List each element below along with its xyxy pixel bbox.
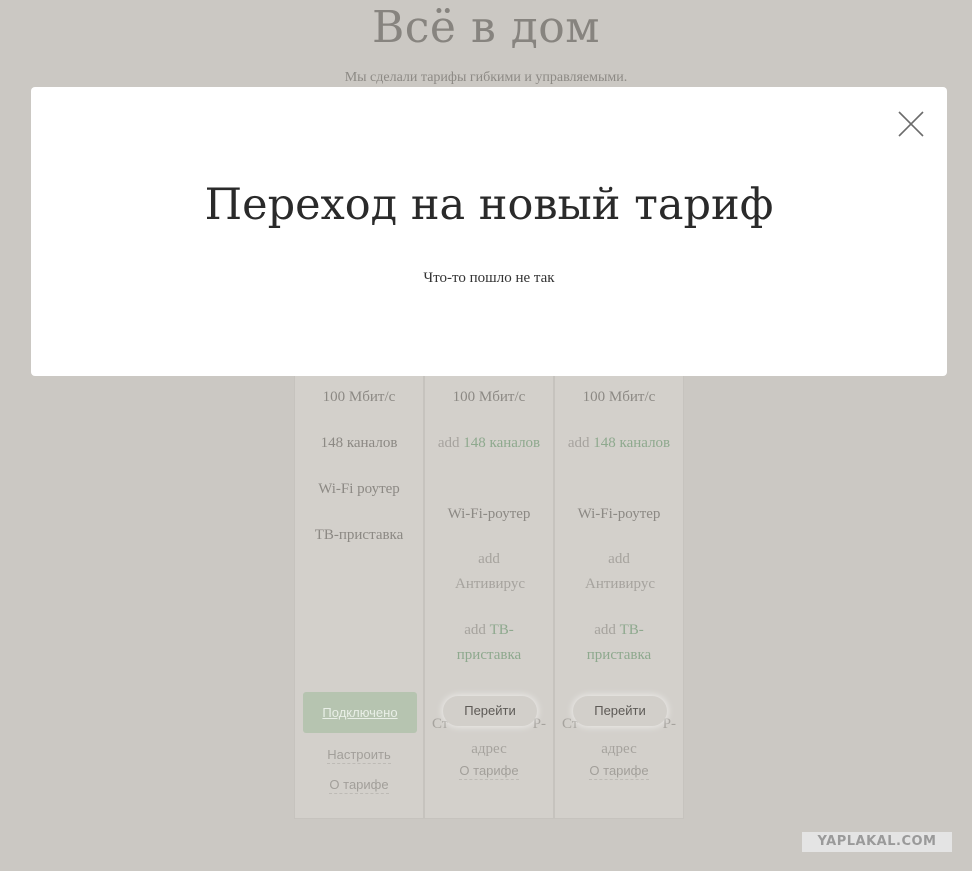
feature-channels-addon[interactable]: add 148 каналов	[555, 431, 683, 456]
add-icon: add	[464, 622, 486, 638]
add-icon: add	[567, 435, 590, 451]
feature-antivirus-addon[interactable]: add Антивирус	[555, 547, 683, 597]
about-tariff-link[interactable]: О тарифе	[555, 763, 683, 780]
feature-tv-box-addon[interactable]: add ТВ-приставка	[425, 618, 553, 668]
close-icon[interactable]	[897, 110, 925, 138]
configure-link[interactable]: Настроить	[295, 747, 423, 764]
feature-static-ip-line2: адрес	[471, 741, 507, 757]
about-tariff-link[interactable]: О тарифе	[295, 777, 423, 794]
tariff-column-current: 100 Мбит/с 148 каналов Wi-Fi роутер ТВ-п…	[294, 370, 424, 819]
feature-tv-box: ТВ-приставка	[314, 527, 404, 543]
feature-speed: 100 Мбит/с	[582, 389, 656, 405]
feature-static-ip-line2: адрес	[601, 741, 637, 757]
tariff-change-modal: Переход на новый тариф Что-то пошло не т…	[31, 87, 947, 376]
add-icon: add	[608, 551, 630, 567]
feature-channels: 148 каналов	[320, 435, 398, 451]
feature-speed: 100 Мбит/с	[322, 389, 396, 405]
feature-antivirus-addon[interactable]: add Антивирус	[425, 547, 553, 597]
tariff-columns: 100 Мбит/с 148 каналов Wi-Fi роутер ТВ-п…	[294, 370, 684, 819]
add-icon: add	[594, 622, 616, 638]
page-title: Всё в дом	[371, 2, 601, 53]
page-subtitle: Мы сделали тарифы гибкими и управляемыми…	[344, 70, 628, 85]
feature-channels-addon[interactable]: add 148 каналов	[425, 431, 553, 456]
add-icon: add	[437, 435, 460, 451]
feature-router: Wi-Fi-роутер	[447, 506, 531, 522]
tariff-column-option-2: 100 Мбит/с add 148 каналов Wi-Fi-роутер …	[554, 370, 684, 819]
feature-router: Wi-Fi роутер	[318, 481, 400, 497]
watermark: YAPLAKAL.COM	[802, 832, 952, 852]
go-button[interactable]: Перейти	[443, 696, 537, 726]
feature-speed: 100 Мбит/с	[452, 389, 526, 405]
feature-tv-box-addon[interactable]: add ТВ-приставка	[555, 618, 683, 668]
go-button[interactable]: Перейти	[573, 696, 667, 726]
tariff-column-option-1: 100 Мбит/с add 148 каналов Wi-Fi-роутер …	[424, 370, 554, 819]
modal-title: Переход на новый тариф	[204, 180, 774, 230]
add-icon: add	[478, 551, 500, 567]
connected-button[interactable]: Подключено	[303, 692, 417, 733]
feature-router: Wi-Fi-роутер	[577, 506, 661, 522]
about-tariff-link[interactable]: О тарифе	[425, 763, 553, 780]
modal-error-message: Что-то пошло не так	[423, 270, 555, 286]
